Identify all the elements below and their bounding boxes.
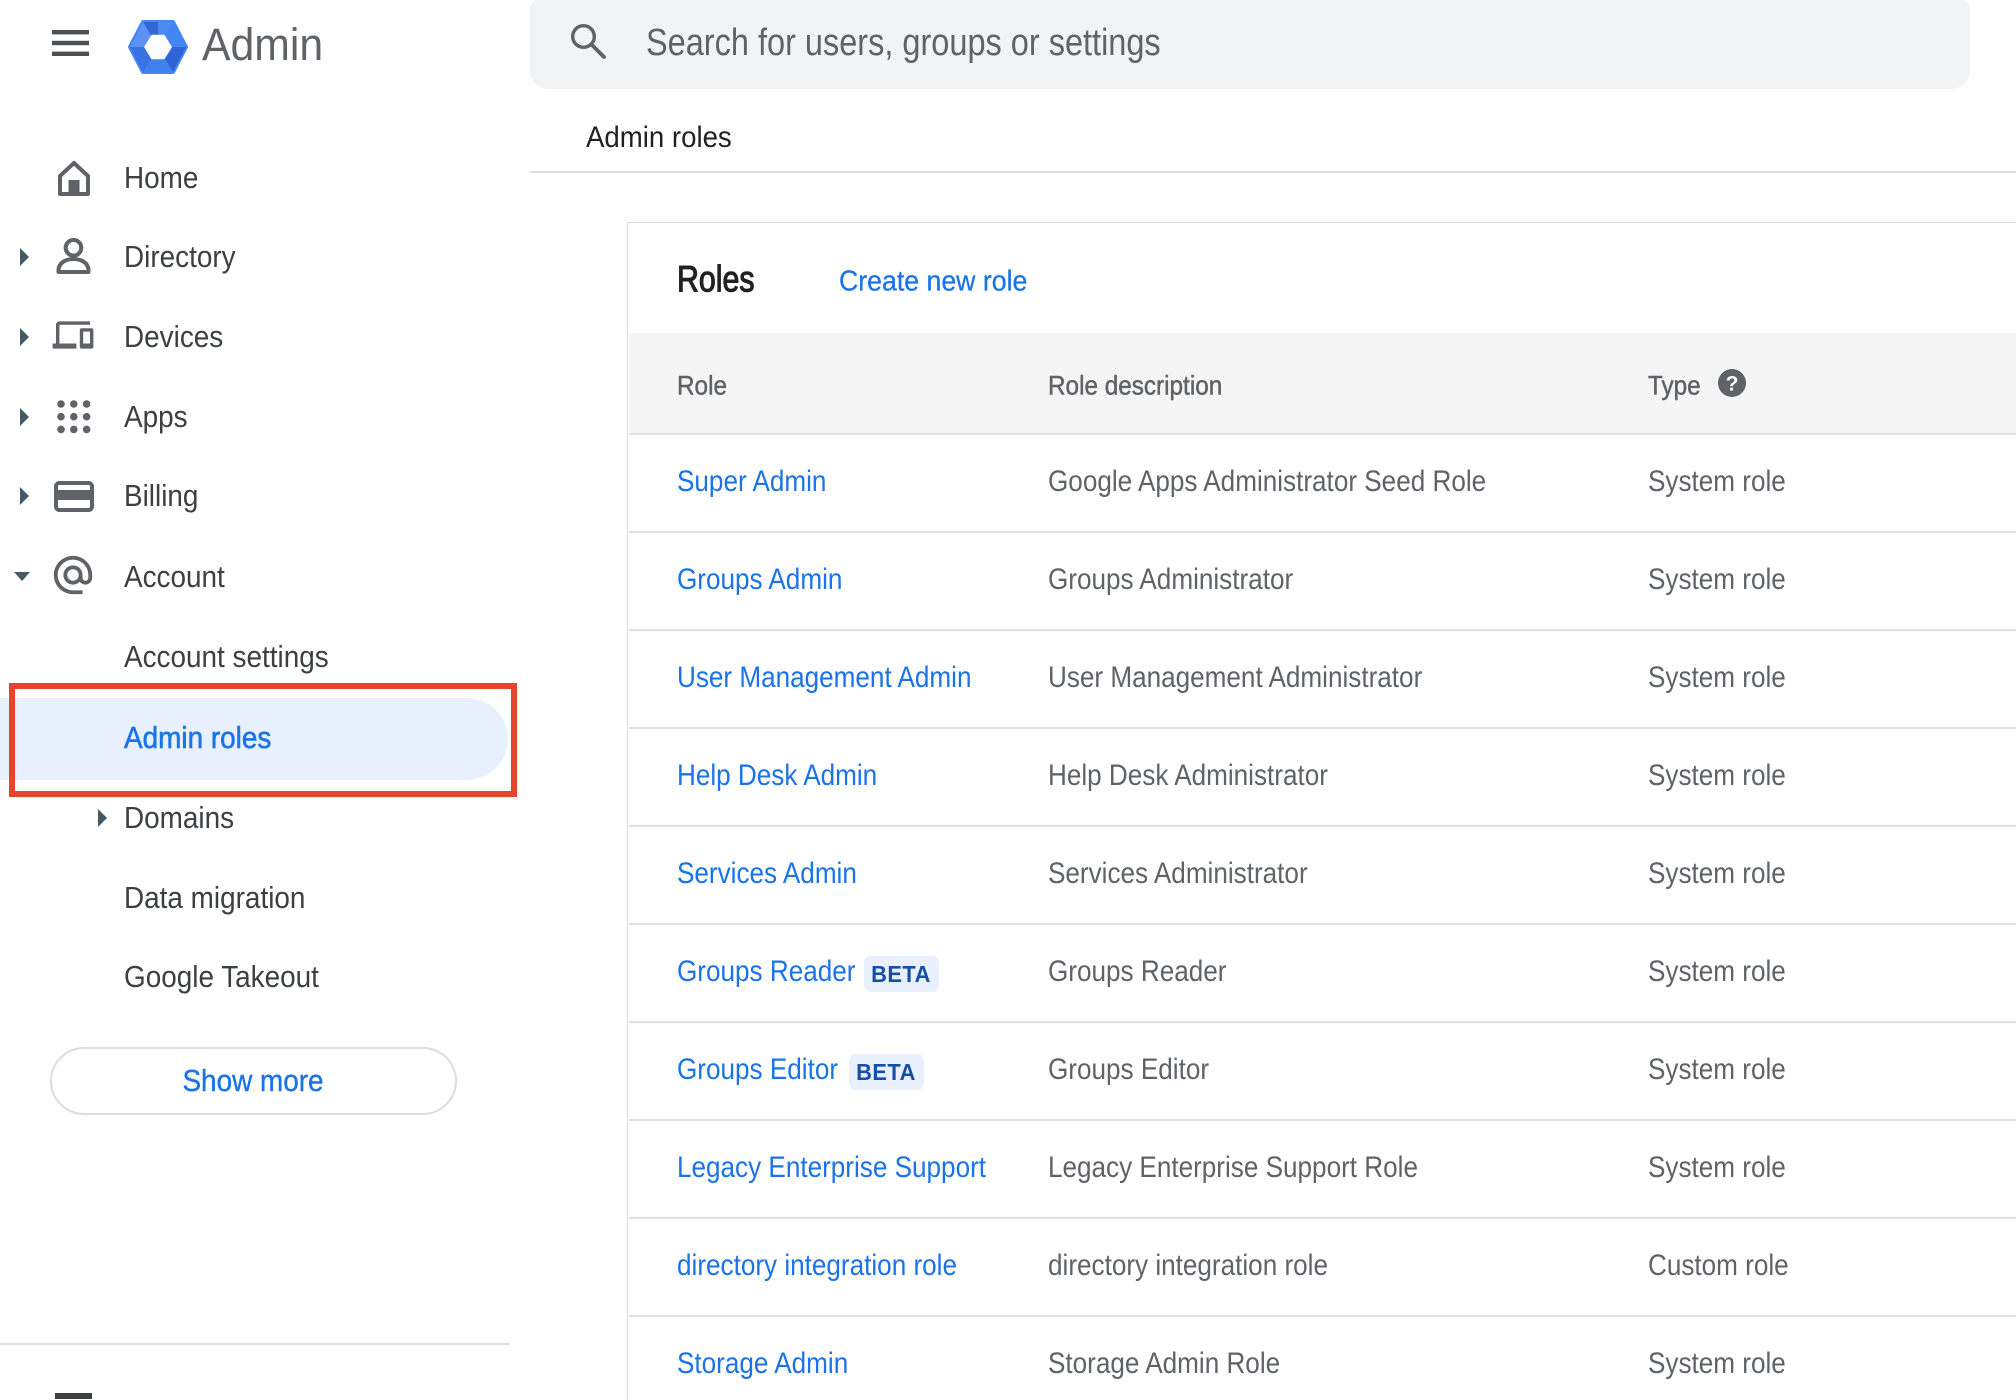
svg-text:?: ?: [1726, 373, 1739, 396]
